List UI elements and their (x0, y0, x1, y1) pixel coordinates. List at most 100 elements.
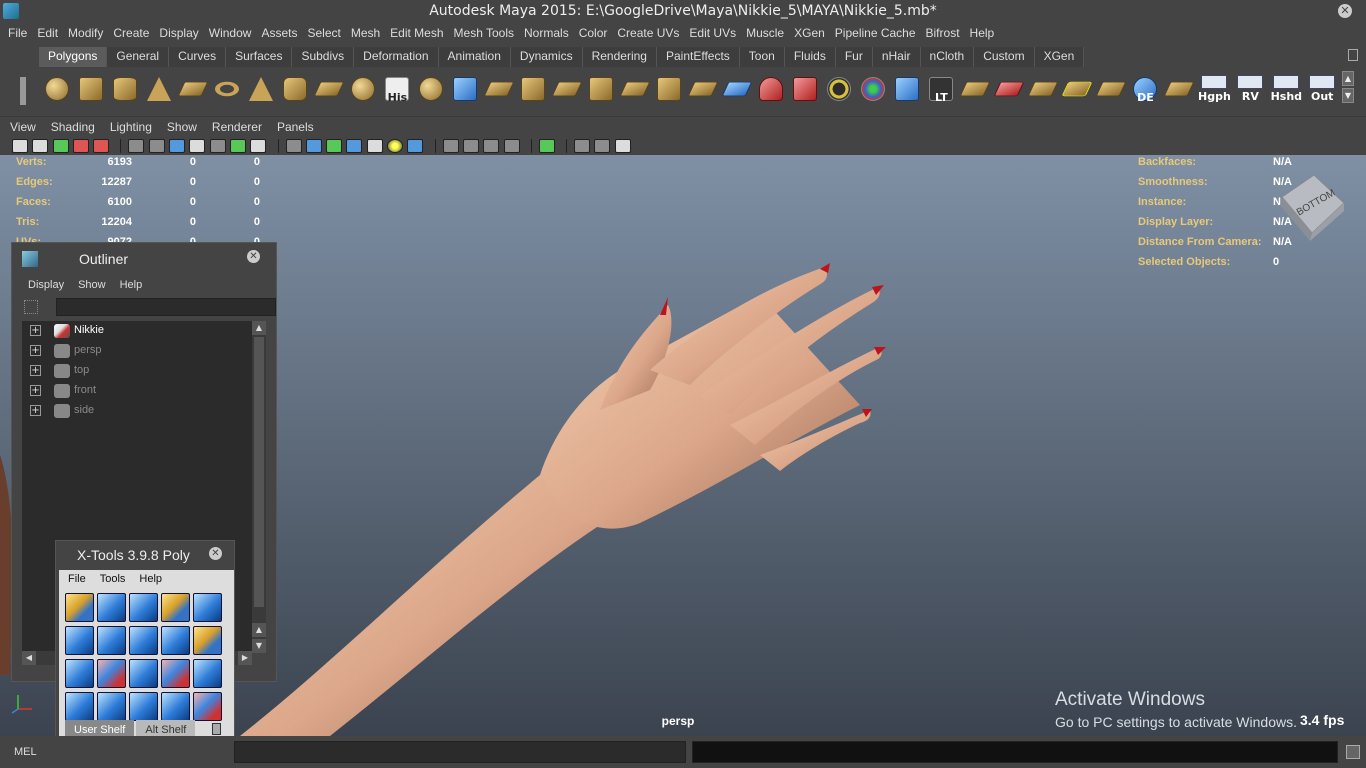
menu-mesh-tools[interactable]: Mesh Tools (450, 23, 520, 43)
anti-aliasing-icon[interactable] (483, 138, 500, 153)
menu-display[interactable]: Display (155, 23, 204, 43)
ambient-occlusion-icon[interactable] (442, 138, 459, 153)
shelf-tab-painteffects[interactable]: PaintEffects (656, 47, 740, 67)
cube-outline-icon[interactable] (450, 73, 481, 105)
hgph-button[interactable]: Hgph (1198, 73, 1231, 105)
shelf-tab-polygons[interactable]: Polygons (39, 47, 108, 67)
grid-tool-icon-1[interactable] (960, 73, 991, 105)
de-button[interactable]: DE (1130, 73, 1161, 105)
outliner-titlebar[interactable]: Outliner ✕ (12, 243, 276, 273)
lock-camera-icon[interactable] (32, 138, 49, 153)
xtools-tool-icon[interactable] (65, 626, 94, 655)
menu-edit[interactable]: Edit (33, 23, 64, 43)
merge-vertices-icon[interactable] (620, 73, 651, 105)
xtools-tool-icon[interactable] (97, 626, 126, 655)
menu-normals[interactable]: Normals (520, 23, 575, 43)
menu-edit-uvs[interactable]: Edit UVs (685, 23, 742, 43)
scroll-right-icon[interactable]: ▶ (238, 651, 252, 665)
filter-options-icon[interactable] (24, 300, 38, 314)
outliner-menu-show[interactable]: Show (72, 279, 114, 291)
panel-menu-view[interactable]: View (5, 117, 46, 136)
panel-menu-shading[interactable]: Shading (46, 117, 105, 136)
grid-tool-icon-2[interactable] (994, 73, 1025, 105)
append-polygon-icon[interactable] (654, 73, 685, 105)
shelf-tab-dynamics[interactable]: Dynamics (510, 47, 583, 67)
xtools-menu-file[interactable]: File (68, 573, 100, 590)
image-plane-icon[interactable] (93, 138, 110, 153)
shelf-scroll-down-icon[interactable]: ▼ (1342, 88, 1354, 103)
wireframe-icon[interactable] (285, 138, 302, 153)
outliner-menu-help[interactable]: Help (114, 279, 151, 291)
grid-tool-icon-4[interactable] (1062, 73, 1093, 105)
split-plane-icon[interactable] (552, 73, 583, 105)
grid-tool-icon-6[interactable] (1164, 73, 1195, 105)
xtools-tool-icon[interactable] (97, 659, 126, 688)
shelf-tab-nhair[interactable]: nHair (872, 47, 921, 67)
xtools-tool-icon[interactable] (97, 692, 126, 721)
lt-button[interactable]: LT (926, 73, 957, 105)
shelf-tab-subdivs[interactable]: Subdivs (292, 47, 355, 67)
xtools-tool-icon[interactable] (97, 593, 126, 622)
resolution-gate-icon[interactable] (169, 138, 186, 153)
xtools-menu-help[interactable]: Help (139, 573, 176, 590)
select-plane-icon[interactable] (484, 73, 515, 105)
shadows-icon[interactable] (407, 138, 424, 153)
camera-box-icon[interactable] (892, 73, 923, 105)
xtools-menu-tools[interactable]: Tools (100, 573, 140, 590)
camera-attributes-icon[interactable] (72, 138, 89, 153)
scroll-thumb[interactable] (254, 337, 264, 607)
hshd-button[interactable]: Hshd (1270, 73, 1303, 105)
xtools-tool-icon[interactable] (161, 593, 190, 622)
xtools-tool-icon[interactable] (129, 626, 158, 655)
xtools-tool-icon[interactable] (129, 692, 158, 721)
menu-xgen[interactable]: XGen (790, 23, 831, 43)
script-editor-icon[interactable] (1346, 745, 1360, 759)
transform-gizmo-icon[interactable] (858, 73, 889, 105)
isolate-select-icon[interactable] (538, 138, 555, 153)
smooth-proxy-icon[interactable] (348, 73, 379, 105)
poly-plane-icon[interactable] (178, 73, 209, 105)
xtools-tool-icon[interactable] (193, 626, 222, 655)
shelf-tab-deformation[interactable]: Deformation (354, 47, 439, 67)
bookmarks-icon[interactable] (52, 138, 69, 153)
panel-menu-renderer[interactable]: Renderer (207, 117, 272, 136)
menu-mesh[interactable]: Mesh (347, 23, 386, 43)
poly-pyramid-icon[interactable] (246, 73, 277, 105)
menu-assets[interactable]: Assets (257, 23, 303, 43)
shelf-scroll-up-icon[interactable]: ▲ (1342, 71, 1354, 86)
poly-cone-icon[interactable] (144, 73, 175, 105)
shelf-tab-animation[interactable]: Animation (438, 47, 511, 67)
shelf-trash-icon[interactable] (1348, 49, 1358, 61)
xtools-tool-icon[interactable] (129, 593, 158, 622)
close-window-button[interactable]: ✕ (1338, 4, 1352, 18)
menu-muscle[interactable]: Muscle (742, 23, 790, 43)
shelf-tab-rendering[interactable]: Rendering (582, 47, 657, 67)
xtools-tool-icon[interactable] (161, 692, 190, 721)
outliner-close-icon[interactable]: ✕ (247, 250, 260, 263)
shelf-tab-ncloth[interactable]: nCloth (920, 47, 975, 67)
history-button[interactable]: His (382, 73, 413, 105)
sculpt-cone-icon[interactable] (756, 73, 787, 105)
scroll-down-icon[interactable]: ▼ (252, 639, 266, 653)
xtools-tool-icon[interactable] (65, 692, 94, 721)
xtools-tool-icon[interactable] (161, 626, 190, 655)
grid-icon[interactable] (128, 138, 145, 153)
checker-icon[interactable] (366, 138, 383, 153)
shelf-tab-custom[interactable]: Custom (974, 47, 1035, 67)
menu-select[interactable]: Select (303, 23, 346, 43)
lights-icon[interactable] (387, 138, 404, 153)
xtools-tool-icon[interactable] (65, 659, 94, 688)
grid-tool-icon-3[interactable] (1028, 73, 1059, 105)
select-camera-icon[interactable] (12, 138, 28, 153)
extrude-face-icon[interactable] (518, 73, 549, 105)
insert-edge-loop-icon[interactable] (688, 73, 719, 105)
command-input[interactable] (234, 741, 686, 763)
film-gate-icon[interactable] (148, 138, 165, 153)
bevel-icon[interactable] (586, 73, 617, 105)
poly-torus-icon[interactable] (212, 73, 243, 105)
poly-sphere-icon[interactable] (42, 73, 73, 105)
xtools-tool-icon[interactable] (129, 659, 158, 688)
outliner-item-side[interactable]: + side (22, 401, 252, 421)
shelf-tab-fluids[interactable]: Fluids (784, 47, 836, 67)
poly-pipe-icon[interactable] (280, 73, 311, 105)
